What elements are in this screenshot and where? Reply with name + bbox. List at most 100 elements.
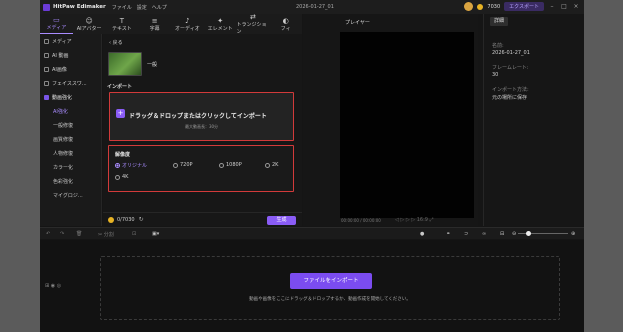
detail-name-value: 2026-01-27_01 xyxy=(492,50,530,56)
title-bar: HitPaw Edimaker ファイル 設定 ヘルプ 2026-01-27_0… xyxy=(40,0,584,14)
resolution-720p-radio[interactable]: 720P xyxy=(173,162,193,168)
resolution-4k-radio[interactable]: 4K xyxy=(115,174,128,180)
sidebar-subitem-colorize[interactable]: カラー化 xyxy=(40,160,101,174)
zoom-in-icon[interactable]: ⊕ xyxy=(571,231,575,237)
tab-text[interactable]: T テキスト xyxy=(106,14,139,34)
redo-icon[interactable]: ↷ xyxy=(60,231,64,237)
split-icon[interactable]: ✂ 分割 xyxy=(98,231,114,238)
sidebar-item-ai-video[interactable]: AI 動画 xyxy=(40,48,101,62)
undo-icon[interactable]: ↶ xyxy=(46,231,50,237)
tab-element[interactable]: ✦ エレメント xyxy=(204,14,237,34)
detail-import-key: インポート方法: xyxy=(492,87,529,93)
tab-media[interactable]: ▭ メディア xyxy=(40,14,73,34)
app-title: HitPaw Edimaker xyxy=(53,4,106,10)
title-bar-right: 7030 エクスポート – □ × xyxy=(464,2,580,11)
player-timecode: 00:00:00 / 00:00:00 xyxy=(341,218,381,223)
zoom-slider-handle[interactable] xyxy=(526,231,531,236)
sidebar-subitem-portrait-repair[interactable]: 人物修復 xyxy=(40,146,101,160)
user-avatar[interactable] xyxy=(464,2,474,11)
player-viewport[interactable] xyxy=(340,32,474,218)
radio-icon xyxy=(265,162,270,168)
import-dropzone[interactable]: + ドラッグ＆ドロップまたはクリックしてインポート 最大動画長：30分 xyxy=(109,92,294,141)
track-controls[interactable]: ⊞ ◉ ◎ xyxy=(45,283,61,289)
resolution-title: 解像度 xyxy=(115,152,131,158)
detail-name-key: 名前: xyxy=(492,43,504,49)
tab-audio[interactable]: ♪ オーディオ xyxy=(171,14,204,34)
sidebar-item-video-enhance[interactable]: 動画強化 xyxy=(40,90,101,104)
mic-icon[interactable]: ● xyxy=(420,231,424,237)
crop-icon[interactable]: ⊡ xyxy=(132,231,136,237)
model-thumbnail[interactable] xyxy=(108,52,142,76)
sidebar: メディア AI 動画 AI画像 フェイススワ... 動画強化 AI強化 一般修復… xyxy=(40,34,102,226)
ratio-dropdown-icon[interactable]: ▣▾ xyxy=(152,231,159,237)
generate-bar: 0/7030 ↻ 生成 xyxy=(103,212,302,226)
face-swap-icon xyxy=(44,80,49,86)
dropzone-text: ドラッグ＆ドロップまたはクリックしてインポート xyxy=(129,113,267,120)
timeline-toolbar: ↶ ↷ 🗑 ✂ 分割 ⊡ ▣▾ ● ⚭ ⊃ ∞ ⊟ ⊖ ⊕ xyxy=(40,227,584,239)
detail-import-value: 元の場所に保存 xyxy=(492,95,528,101)
enhance-panel: ‹ 戻る 一般 インポート + ドラッグ＆ドロップまたはクリックしてインポート … xyxy=(103,34,302,226)
app-window: HitPaw Edimaker ファイル 設定 ヘルプ 2026-01-27_0… xyxy=(40,0,584,332)
sidebar-item-ai-image[interactable]: AI画像 xyxy=(40,62,101,76)
menu-settings[interactable]: 設定 xyxy=(137,4,147,11)
coin-cost: 0/7030 xyxy=(117,216,135,223)
tab-details[interactable]: 詳細 xyxy=(490,17,509,26)
music-icon: ♪ xyxy=(185,16,190,25)
sidebar-subitem-ai-enhance[interactable]: AI強化 xyxy=(40,104,101,118)
ai-image-icon xyxy=(44,66,49,72)
chain-icon[interactable]: ∞ xyxy=(482,231,486,237)
timeline-area: ⊞ ◉ ◎ ファイルをインポート 動画や画像をここにドラッグ＆ドロップするか、動… xyxy=(40,240,584,332)
import-section-title: インポート xyxy=(107,84,133,90)
sidebar-subitem-color-enhance[interactable]: 色彩強化 xyxy=(40,174,101,188)
tab-subtitle[interactable]: ≡ 字幕 xyxy=(138,14,171,34)
timeline-hint: 動画や画像をここにドラッグ＆ドロップするか、動画作成を開始してください。 xyxy=(249,297,411,302)
model-label: 一般 xyxy=(147,62,158,68)
radio-icon xyxy=(173,162,178,168)
dropzone-subtext: 最大動画長：30分 xyxy=(184,124,219,129)
project-name: 2026-01-27_01 xyxy=(296,4,334,10)
maximize-icon[interactable]: □ xyxy=(560,3,568,10)
zoom-out-icon[interactable]: ⊖ xyxy=(512,231,516,237)
import-file-button[interactable]: ファイルをインポート xyxy=(290,273,372,289)
generate-button[interactable]: 生成 xyxy=(267,216,296,225)
export-button[interactable]: エクスポート xyxy=(504,2,544,11)
player-title: プレイヤー xyxy=(345,20,370,26)
avatar-icon: ☺ xyxy=(85,16,93,25)
sidebar-subitem-quality-repair[interactable]: 画質修復 xyxy=(40,132,101,146)
radio-icon xyxy=(115,174,120,180)
magnet-icon[interactable]: ⊃ xyxy=(464,231,468,237)
sidebar-subitem-general-repair[interactable]: 一般修復 xyxy=(40,118,101,132)
menu-help[interactable]: ヘルプ xyxy=(152,4,167,11)
minimize-icon[interactable]: – xyxy=(548,3,556,10)
tab-filter[interactable]: ◐ フィ xyxy=(269,14,302,34)
details-panel: 詳細 名前: 2026-01-27_01 フレームレート: 30 インポート方法… xyxy=(483,14,584,226)
coin-icon xyxy=(477,3,484,10)
fit-icon[interactable]: ⊟ xyxy=(500,231,504,237)
player-controls[interactable]: ◁ ▷ ▷ ▷ 16:9 ⤢ xyxy=(395,217,434,223)
resolution-original-radio[interactable]: オリジナル xyxy=(115,162,147,169)
resolution-2k-radio[interactable]: 2K xyxy=(265,162,278,168)
menu-file[interactable]: ファイル xyxy=(112,4,132,11)
detail-framerate-key: フレームレート: xyxy=(492,65,529,71)
resolution-section: 解像度 オリジナル 720P 1080P 2K 4K xyxy=(108,145,294,192)
text-icon: T xyxy=(119,16,125,25)
app-logo-icon xyxy=(43,3,50,11)
plus-icon: + xyxy=(116,109,125,118)
player-panel: プレイヤー 00:00:00 / 00:00:00 ◁ ▷ ▷ ▷ 16:9 ⤢ xyxy=(303,14,478,226)
sidebar-item-face-swap[interactable]: フェイススワ... xyxy=(40,76,101,90)
enhance-icon xyxy=(44,94,49,100)
detail-framerate-value: 30 xyxy=(492,72,499,78)
timeline-dropzone[interactable]: ファイルをインポート 動画や画像をここにドラッグ＆ドロップするか、動画作成を開始… xyxy=(100,256,560,320)
sidebar-item-media[interactable]: メディア xyxy=(40,34,101,48)
tab-transition[interactable]: ⇄ トランジション xyxy=(237,13,270,35)
resolution-1080p-radio[interactable]: 1080P xyxy=(219,162,242,168)
close-icon[interactable]: × xyxy=(572,3,580,10)
sidebar-subitem-more[interactable]: マイグロジ... xyxy=(40,188,101,202)
media-icon: ▭ xyxy=(53,16,60,24)
coin-icon xyxy=(108,216,114,223)
delete-icon[interactable]: 🗑 xyxy=(76,231,82,237)
tab-ai-avatar[interactable]: ☺ AIアバター xyxy=(73,14,106,34)
link-icon[interactable]: ⚭ xyxy=(446,231,450,237)
refresh-icon[interactable]: ↻ xyxy=(139,216,144,223)
back-button[interactable]: ‹ 戻る xyxy=(109,39,123,46)
